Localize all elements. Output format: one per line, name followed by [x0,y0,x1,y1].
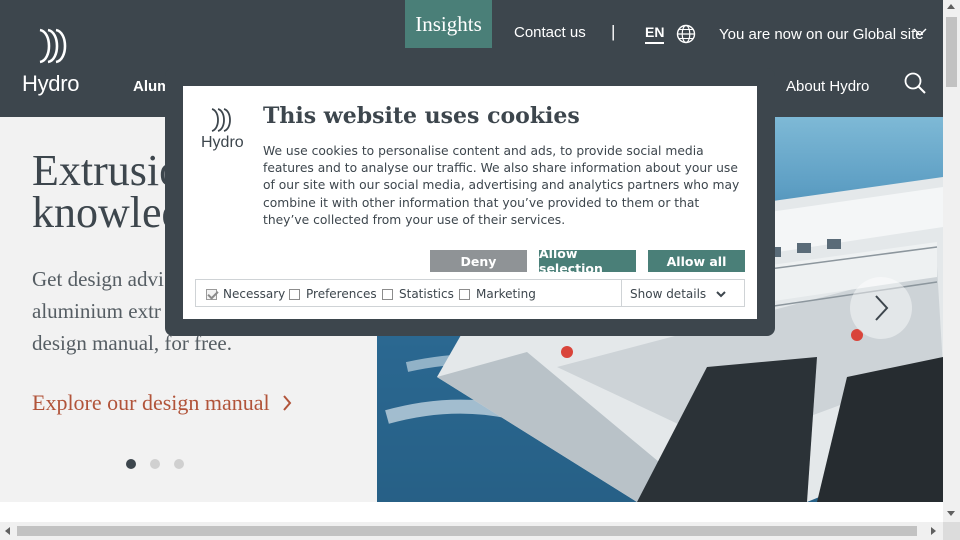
scroll-left-arrow[interactable] [5,527,10,535]
contact-us-link[interactable]: Contact us [514,24,586,41]
hydro-logo[interactable]: Hydro [22,28,94,98]
cookie-description: We use cookies to personalise content an… [263,144,740,227]
cookie-hydro-logo: Hydro [200,108,246,154]
nav-about-hydro[interactable]: About Hydro [786,78,869,95]
show-details-label: Show details [630,287,707,301]
option-necessary: Necessary [206,287,285,301]
chevron-down-icon[interactable] [913,27,927,37]
chevron-right-icon [282,395,291,411]
hero-link-label: Explore our design manual [32,390,270,415]
insights-tab[interactable]: Insights [405,0,492,48]
scroll-right-arrow[interactable] [931,527,936,535]
cookie-logo-text: Hydro [201,134,244,151]
language-selector[interactable]: EN [645,24,665,44]
checkbox-icon[interactable] [382,288,393,300]
show-details-toggle[interactable]: Show details [630,287,726,301]
checkbox-icon[interactable] [289,288,300,300]
deny-button[interactable]: Deny [430,250,527,272]
option-statistics[interactable]: Statistics [382,287,454,301]
option-preferences[interactable]: Preferences [289,287,377,301]
vertical-scroll-thumb[interactable] [946,17,957,87]
option-label: Necessary [223,287,286,301]
option-label: Statistics [399,287,454,301]
carousel-next-button[interactable] [850,277,912,339]
allow-all-button[interactable]: Allow all [648,250,745,272]
hydro-logo-icon [39,28,67,64]
horizontal-scrollbar[interactable] [0,522,943,540]
header-separator: | [611,22,616,41]
carousel-dot[interactable] [126,459,136,469]
site-switcher[interactable]: You are now on our Global site [719,26,924,43]
scroll-down-arrow[interactable] [947,511,955,516]
explore-design-manual-link[interactable]: Explore our design manual [32,390,292,416]
allow-selection-button[interactable]: Allow selection [539,246,636,276]
carousel-dots [126,459,184,469]
horizontal-scroll-thumb[interactable] [17,526,917,536]
cookie-title: This website uses cookies [263,103,580,129]
search-icon[interactable] [903,71,927,95]
chevron-right-icon [875,295,889,321]
scrollbar-corner [943,522,960,540]
carousel-dot[interactable] [174,459,184,469]
logo-text: Hydro [22,71,80,96]
option-marketing[interactable]: Marketing [459,287,536,301]
vertical-scrollbar[interactable] [943,0,960,522]
options-divider [621,280,622,306]
option-label: Marketing [476,287,536,301]
chevron-down-icon [716,290,726,297]
carousel-dot[interactable] [150,459,160,469]
cookie-options-bar: Necessary Preferences Statistics Marketi… [195,279,745,307]
globe-icon[interactable] [676,24,696,44]
checkbox-icon[interactable] [459,288,470,300]
scroll-up-arrow[interactable] [947,4,955,9]
option-label: Preferences [306,287,377,301]
hydro-logo-icon [211,108,231,132]
checkbox-icon [206,288,217,300]
